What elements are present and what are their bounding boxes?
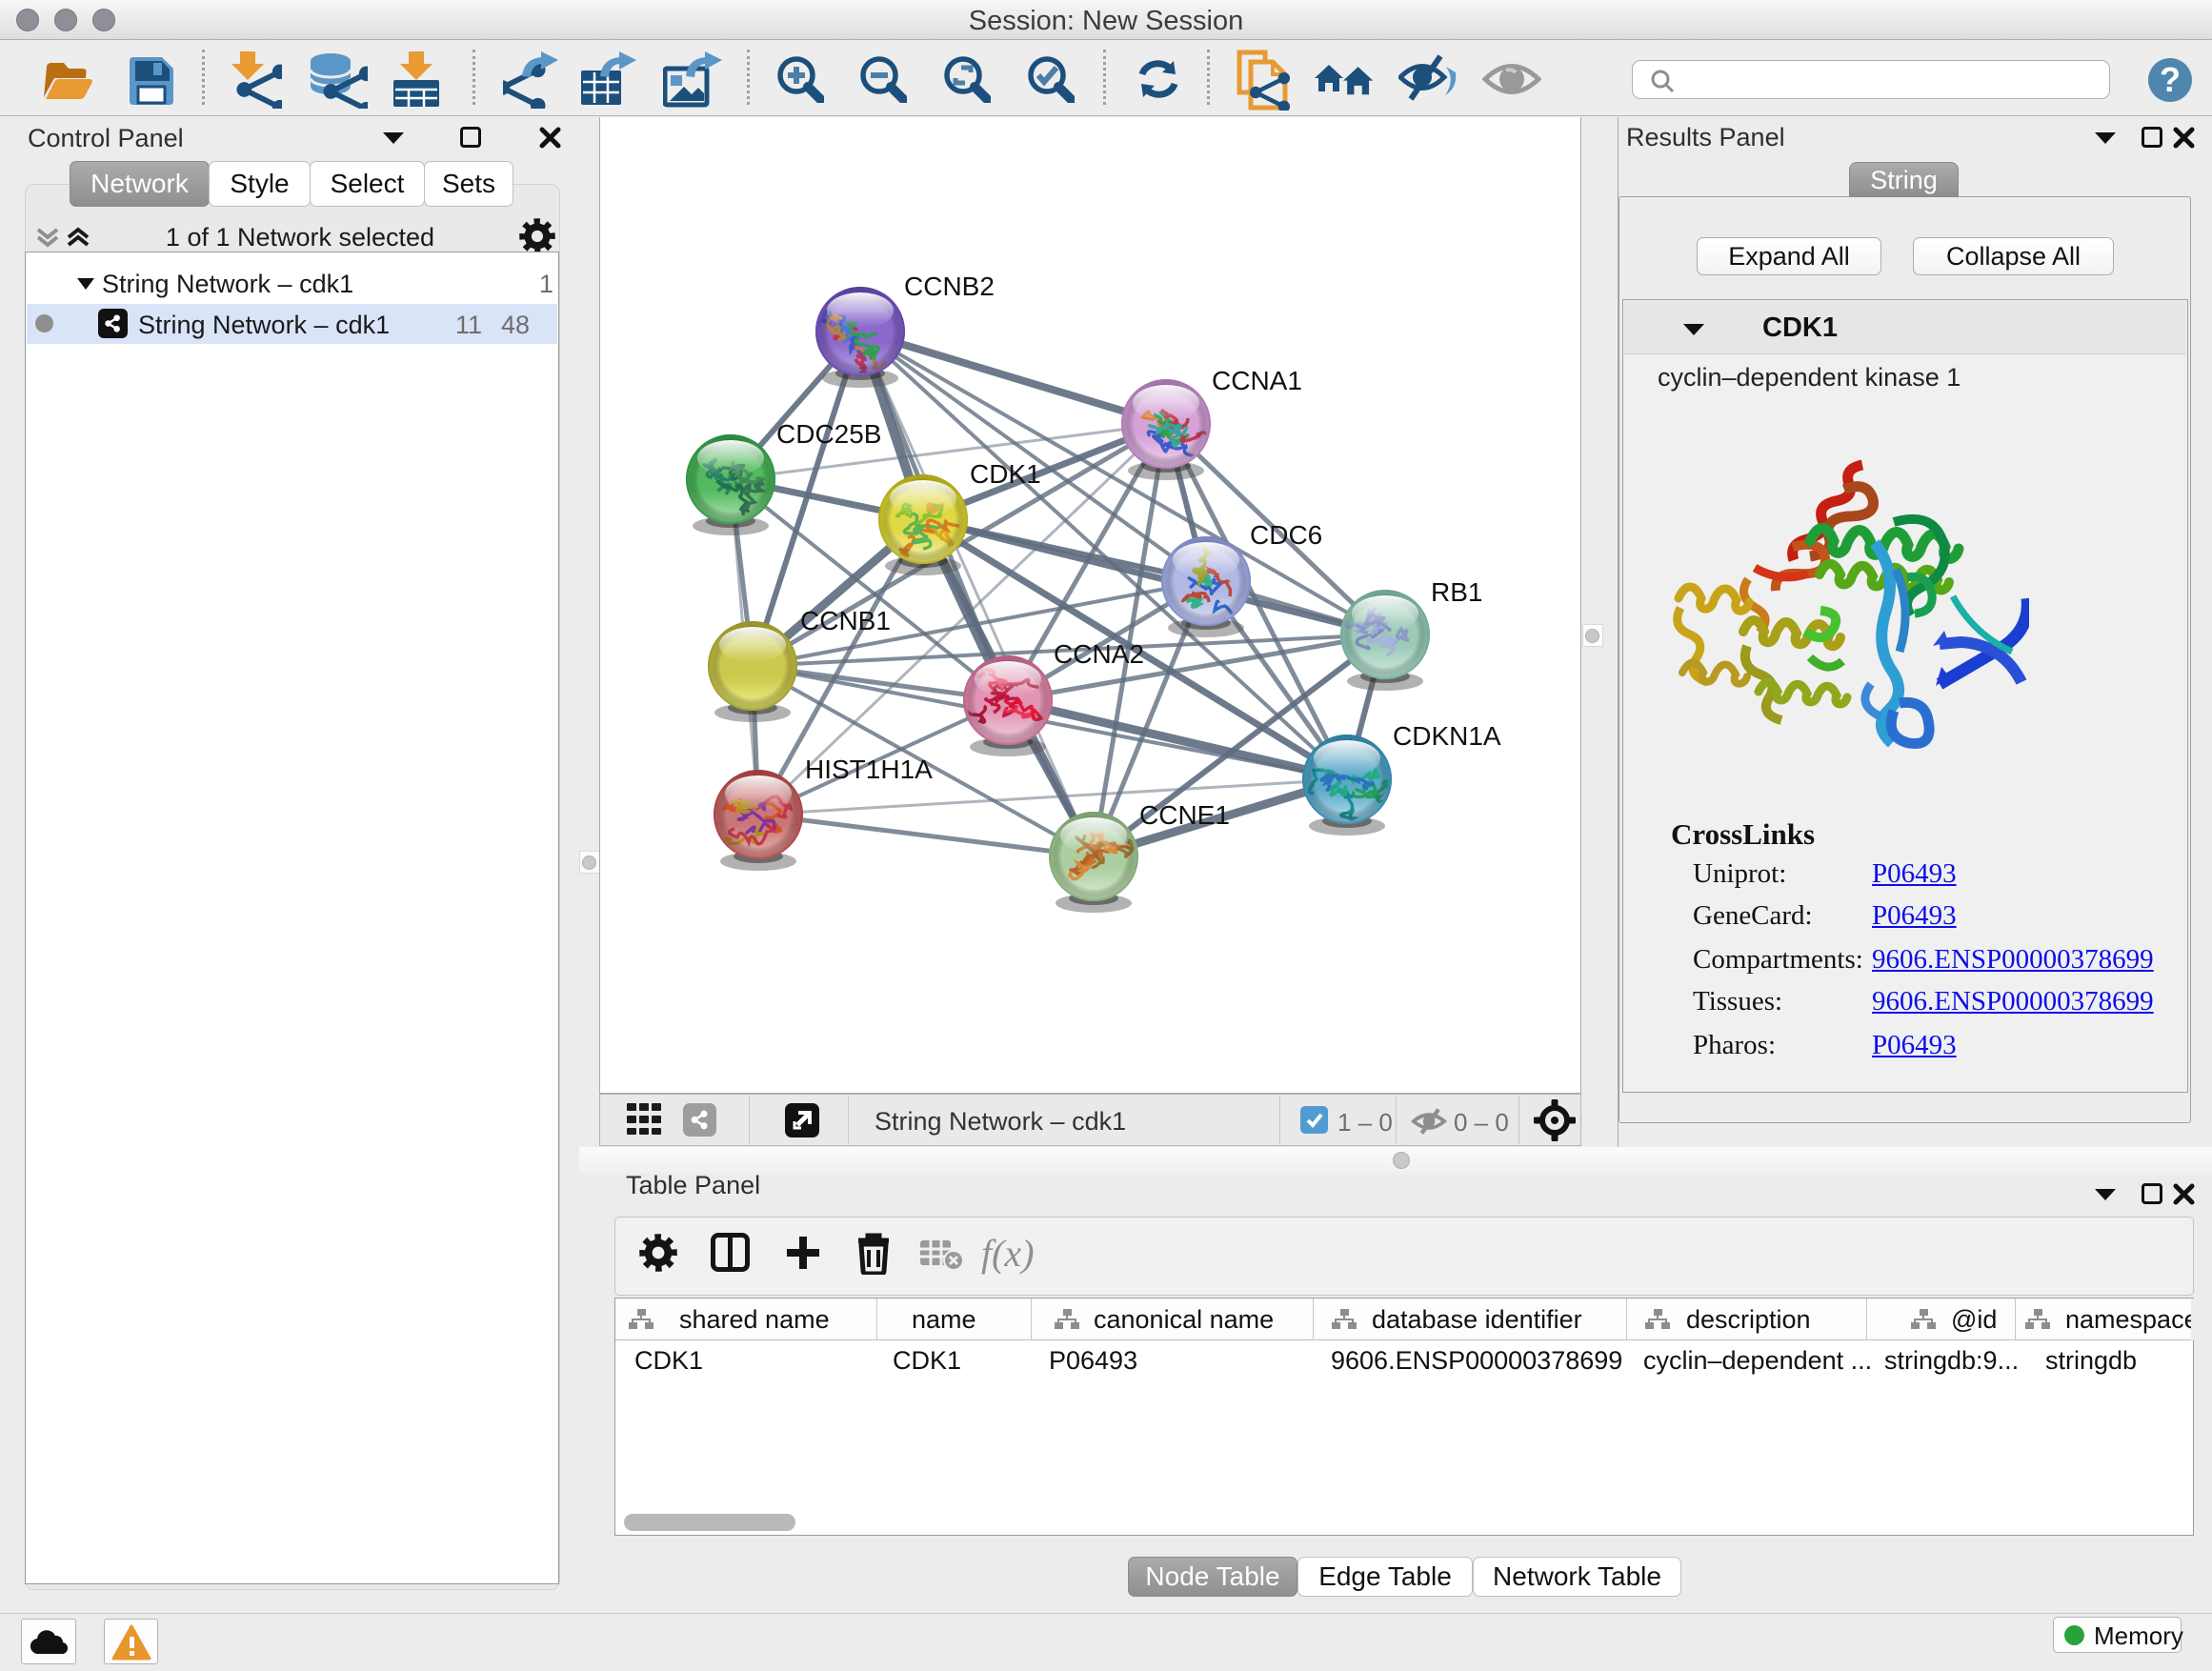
svg-text:CCNE1: CCNE1 (1139, 800, 1230, 830)
svg-text:HIST1H1A: HIST1H1A (805, 755, 933, 784)
svg-text:RB1: RB1 (1431, 577, 1482, 607)
svg-text:CDC6: CDC6 (1250, 520, 1322, 550)
svg-text:CCNA2: CCNA2 (1054, 639, 1144, 669)
svg-text:CDKN1A: CDKN1A (1393, 721, 1501, 751)
svg-text:CDK1: CDK1 (970, 459, 1041, 489)
svg-text:CCNB2: CCNB2 (904, 272, 995, 301)
svg-text:CCNA1: CCNA1 (1212, 366, 1302, 395)
svg-text:CDC25B: CDC25B (776, 419, 881, 449)
svg-text:CCNB1: CCNB1 (800, 606, 891, 635)
